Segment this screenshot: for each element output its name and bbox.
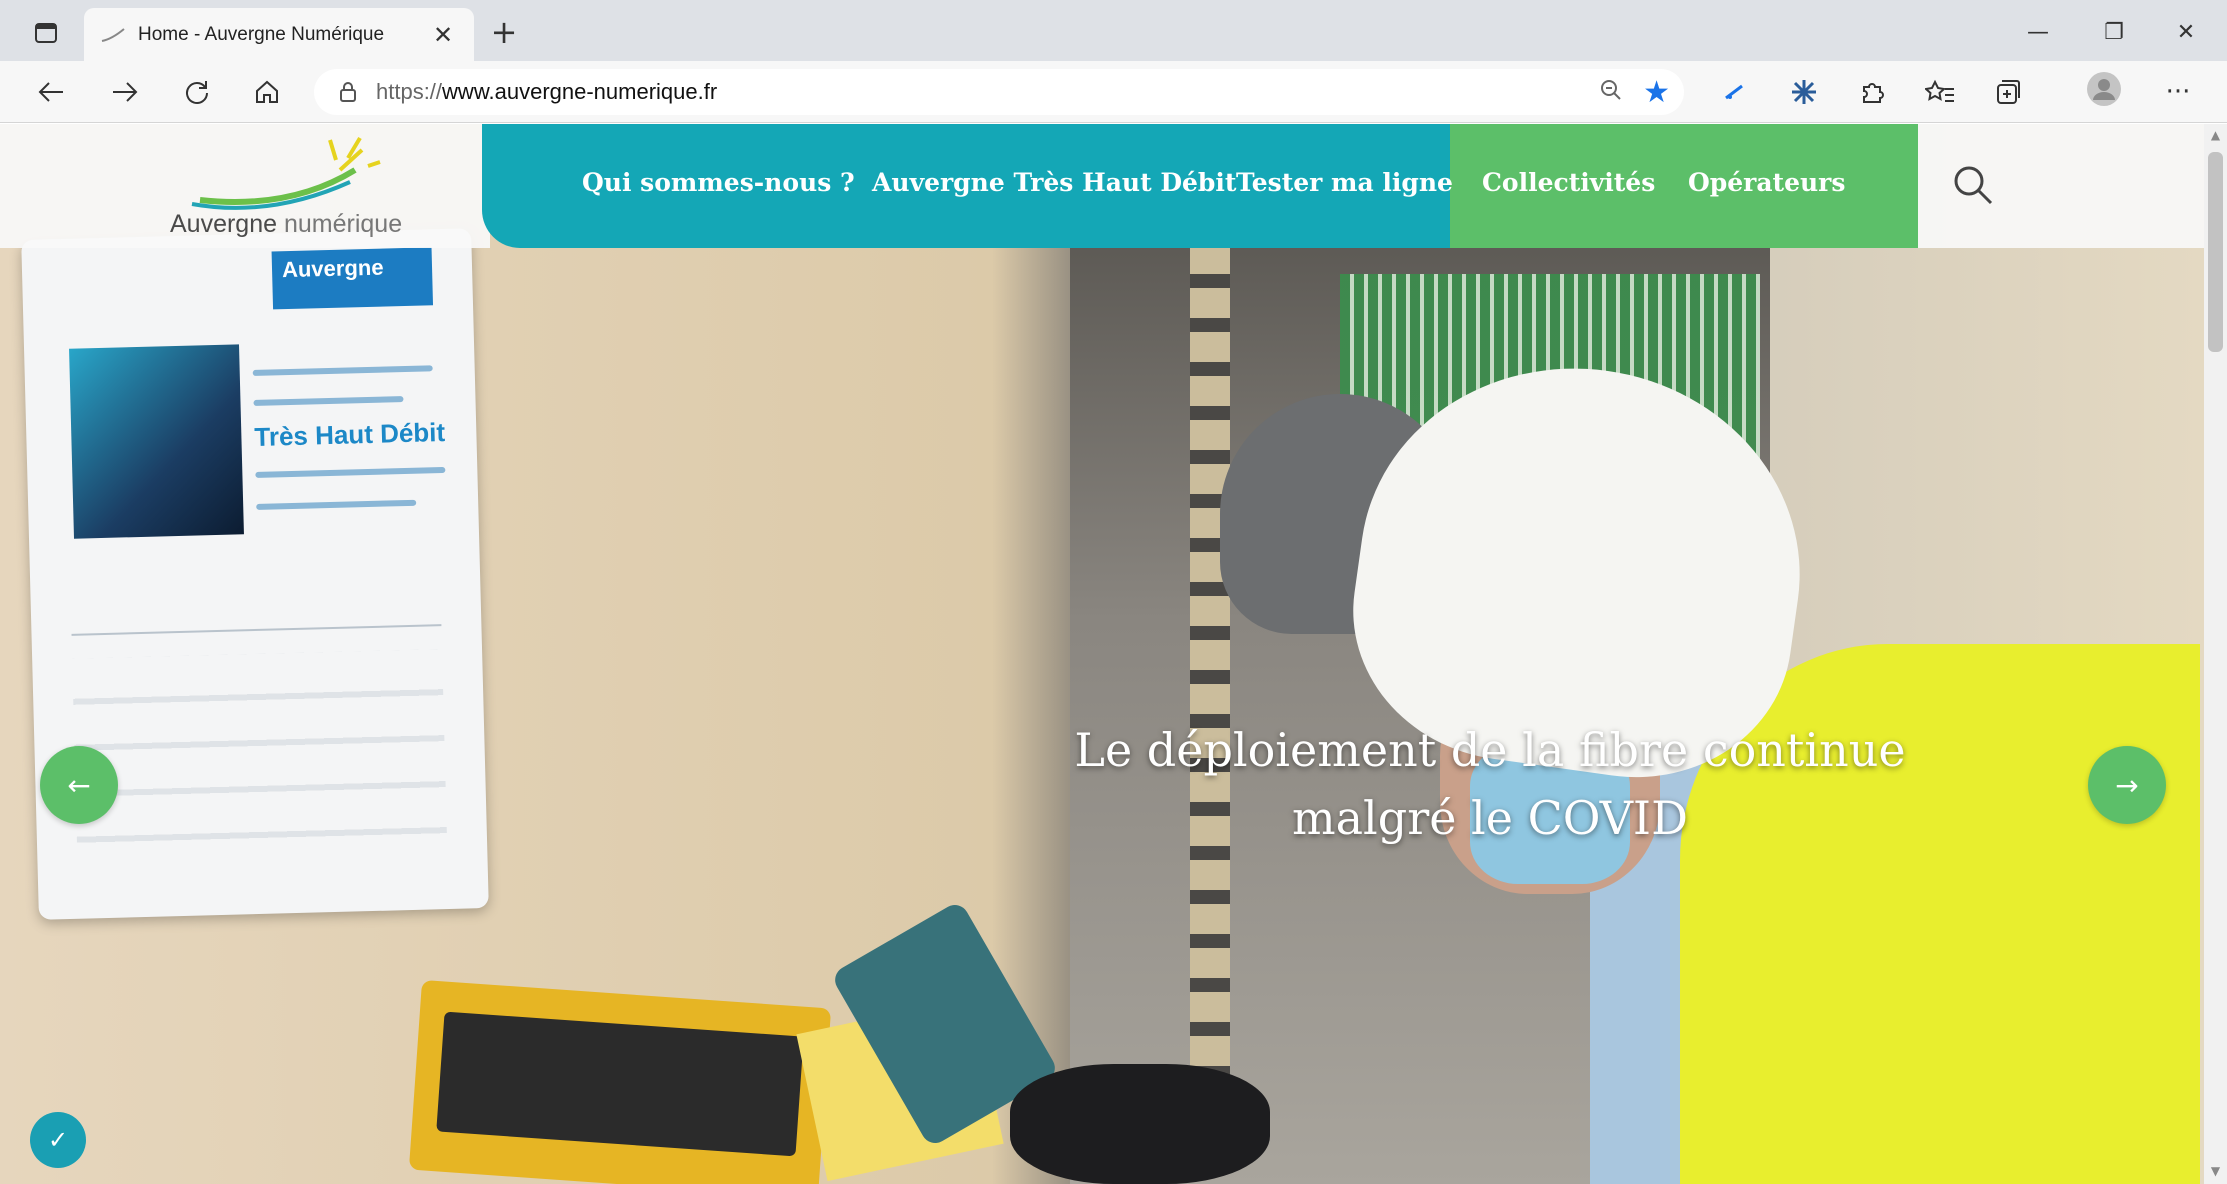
refresh-icon[interactable] [176, 71, 218, 113]
hero-caption-line1: Le déploiement de la fibre continue [1074, 723, 1906, 777]
nav-item-operateurs[interactable]: Opérateurs [1688, 168, 1845, 197]
site-favicon-icon [101, 27, 125, 42]
search-icon[interactable] [1952, 164, 1994, 206]
nav-item-collectivites[interactable]: Collectivités [1482, 168, 1655, 197]
site-header: Auvergne numérique Qui sommes-nous ? Auv… [0, 124, 2204, 248]
tab-close-icon[interactable]: ✕ [428, 21, 458, 49]
new-tab-button[interactable]: + [484, 12, 524, 52]
slider-next-button[interactable]: → [2088, 746, 2166, 824]
page-scrollbar[interactable]: ▲ ▼ [2204, 124, 2227, 1184]
collections-icon[interactable] [1990, 74, 2026, 110]
sign-divider [71, 624, 442, 636]
browser-tab[interactable]: Home - Auvergne Numérique ✕ [84, 8, 474, 61]
zoom-icon[interactable] [1600, 79, 1622, 107]
browser-toolbar: https://www.auvergne-numerique.fr ★ ··· [0, 61, 2227, 123]
sign-text-line [252, 365, 433, 376]
sign-photo [69, 344, 244, 539]
logo[interactable]: Auvergne numérique [0, 124, 490, 248]
hero-caption-line2: malgré le COVID [1292, 791, 1688, 845]
nav-item-tester-ligne[interactable]: Tester ma ligne [1236, 168, 1453, 197]
sign-badge: Auvergne [271, 247, 434, 310]
minimize-button[interactable]: — [2008, 12, 2068, 52]
sign-text-line [253, 396, 404, 406]
hero-caption: Le déploiement de la fibre continue malg… [1040, 716, 1940, 852]
favorite-star-icon[interactable]: ★ [1643, 75, 1670, 110]
web-page: Auvergne Très Haut Débit Le déploiement … [0, 124, 2204, 1184]
address-url: https://www.auvergne-numerique.fr [376, 79, 718, 104]
tab-title: Home - Auvergne Numérique [138, 23, 385, 45]
puzzle-icon[interactable] [1854, 74, 1890, 110]
slider-prev-button[interactable]: ← [40, 746, 118, 824]
scroll-thumb[interactable] [2208, 152, 2223, 352]
sign-text-line [255, 466, 446, 478]
logo-text: Auvergne numérique [170, 210, 403, 238]
toolbox-inner [436, 1011, 804, 1157]
rack-strip [1190, 244, 1230, 1144]
tab-actions-icon[interactable] [26, 16, 66, 50]
snowflake-extension-icon[interactable] [1786, 74, 1822, 110]
sign-text-line [256, 499, 417, 510]
sign-partner-logos [72, 649, 448, 879]
browser-tab-bar: Home - Auvergne Numérique ✕ + — ❐ ✕ [0, 0, 2227, 61]
sign-headline: Très Haut Débit [254, 416, 446, 452]
more-icon[interactable]: ··· [2160, 74, 2196, 110]
favorites-icon[interactable] [1922, 74, 1958, 110]
extension-icon[interactable] [1718, 74, 1754, 110]
address-bar[interactable]: https://www.auvergne-numerique.fr ★ [314, 69, 1684, 115]
site-info-icon[interactable] [336, 80, 360, 104]
accessibility-button[interactable]: ✓ [30, 1112, 86, 1168]
nav-item-qui-sommes-nous[interactable]: Qui sommes-nous ? [582, 168, 855, 197]
hero-slider: Auvergne Très Haut Débit Le déploiement … [0, 124, 2204, 1184]
home-icon[interactable] [246, 71, 288, 113]
restore-button[interactable]: ❐ [2084, 12, 2144, 52]
profile-icon[interactable] [2086, 71, 2122, 107]
gloves [1010, 1064, 1270, 1184]
main-nav: Qui sommes-nous ? Auvergne Très Haut Déb… [482, 124, 1918, 248]
close-window-button[interactable]: ✕ [2156, 12, 2216, 52]
forward-icon[interactable] [104, 71, 146, 113]
logo-swoosh-icon [191, 136, 381, 210]
scroll-up-icon[interactable]: ▲ [2208, 128, 2223, 142]
back-icon[interactable] [30, 71, 72, 113]
scroll-down-icon[interactable]: ▼ [2208, 1164, 2223, 1178]
nav-item-auvergne-thd[interactable]: Auvergne Très Haut Débit [872, 168, 1236, 197]
